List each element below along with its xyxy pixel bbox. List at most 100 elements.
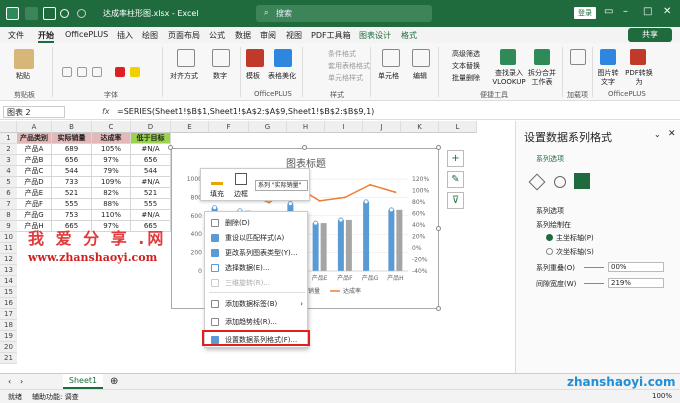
advfilter-button[interactable]: 高级筛选 <box>452 49 480 59</box>
add-sheet-icon[interactable]: ⊕ <box>110 376 118 387</box>
resize-handle[interactable] <box>436 306 441 311</box>
resize-handle[interactable] <box>436 226 441 231</box>
table-cell[interactable]: #N/A <box>131 144 171 155</box>
paste-label[interactable]: 粘贴 <box>16 71 30 81</box>
close-icon[interactable]: ✕ <box>663 6 671 17</box>
table-cell[interactable]: 109% <box>92 177 131 188</box>
column-header[interactable]: J <box>363 121 401 133</box>
column-header[interactable]: D <box>131 121 171 133</box>
tab-formulas[interactable]: 公式 <box>209 30 225 41</box>
prev-sheet-icon[interactable]: ‹ <box>8 377 11 386</box>
table-cell[interactable]: 521 <box>52 188 92 199</box>
row-header[interactable]: 7 <box>0 199 17 210</box>
row-header[interactable]: 19 <box>0 331 17 342</box>
table-cell[interactable]: 555 <box>131 199 171 210</box>
chart-elements-button[interactable]: + <box>447 150 464 167</box>
fill-icon[interactable] <box>211 173 223 185</box>
column-header[interactable]: K <box>401 121 439 133</box>
table-cell[interactable]: 产品G <box>17 210 52 221</box>
pane-close-icon[interactable]: ✕ <box>668 129 676 139</box>
column-header[interactable]: F <box>209 121 249 133</box>
menu-select-data[interactable]: 选择数据(E)... <box>205 261 309 275</box>
row-header[interactable]: 6 <box>0 188 17 199</box>
font-bold-icon[interactable] <box>62 67 72 77</box>
login-button[interactable]: 登录 <box>574 7 596 19</box>
minimize-icon[interactable]: – <box>623 6 628 17</box>
column-header[interactable]: G <box>249 121 287 133</box>
fill-label[interactable]: 填充 <box>210 189 224 199</box>
tab-officeplus[interactable]: OfficePLUS <box>65 30 108 39</box>
resize-handle[interactable] <box>168 145 173 150</box>
table-cell[interactable]: 689 <box>52 144 92 155</box>
table-cell[interactable]: 110% <box>92 210 131 221</box>
column-header[interactable]: C <box>92 121 131 133</box>
chart-styles-button[interactable]: ✎ <box>447 171 464 188</box>
table-cell[interactable]: 产品F <box>17 199 52 210</box>
row-header[interactable]: 1 <box>0 133 17 144</box>
pdf-convert-icon[interactable] <box>630 49 646 65</box>
menu-delete[interactable]: 删除(D) <box>205 216 309 230</box>
radio-secondary[interactable] <box>546 248 553 255</box>
menu-add-trendline[interactable]: 添加趋势线(R)... <box>205 315 309 329</box>
text-replace-button[interactable]: 文本替换 <box>452 61 480 71</box>
tab-chart-design[interactable]: 图表设计 <box>359 30 391 41</box>
cells-icon[interactable] <box>382 49 400 67</box>
column-header[interactable]: B <box>52 121 92 133</box>
series-select[interactable]: 系列 "实际销量" <box>255 180 308 191</box>
row-header[interactable]: 2 <box>0 144 17 155</box>
table-cell[interactable]: 97% <box>92 155 131 166</box>
primary-axis-label[interactable]: 主坐标轴(P) <box>556 233 594 243</box>
search-box[interactable]: ⌕ 搜索 <box>256 5 432 22</box>
save-icon[interactable] <box>43 7 56 20</box>
tab-draw[interactable]: 绘图 <box>142 30 158 41</box>
cell-style-button[interactable]: 单元格样式 <box>328 73 363 83</box>
table-cell[interactable]: 产品A <box>17 144 52 155</box>
row-header[interactable]: 10 <box>0 232 17 243</box>
addins-icon[interactable] <box>570 49 586 65</box>
table-cell[interactable]: #N/A <box>131 210 171 221</box>
row-header[interactable]: 15 <box>0 287 17 298</box>
table-cell[interactable]: #N/A <box>131 177 171 188</box>
table-cell[interactable]: 555 <box>52 199 92 210</box>
overlap-slider[interactable] <box>584 267 604 268</box>
zoom-level[interactable]: 100% <box>652 392 672 400</box>
column-header[interactable]: A <box>17 121 52 133</box>
table-cell[interactable]: 656 <box>52 155 92 166</box>
tab-data[interactable]: 数据 <box>235 30 251 41</box>
table-cell[interactable]: 产品E <box>17 188 52 199</box>
table-cell[interactable]: 656 <box>131 155 171 166</box>
beautify-icon[interactable] <box>274 49 292 67</box>
gap-slider[interactable] <box>584 283 604 284</box>
tab-pdf[interactable]: PDF工具箱 <box>311 30 351 41</box>
tab-review[interactable]: 审阅 <box>260 30 276 41</box>
tab-file[interactable]: 文件 <box>8 30 24 41</box>
corner-select-all[interactable] <box>0 121 17 133</box>
tab-view[interactable]: 视图 <box>286 30 302 41</box>
row-header[interactable]: 12 <box>0 254 17 265</box>
table-cell[interactable]: 521 <box>131 188 171 199</box>
border-icon[interactable] <box>235 173 247 185</box>
font-italic-icon[interactable] <box>77 67 87 77</box>
series-options-icon[interactable] <box>574 173 590 189</box>
template-icon[interactable] <box>246 49 264 67</box>
column-header[interactable]: L <box>439 121 477 133</box>
table-cell[interactable]: 82% <box>92 188 131 199</box>
table-cell[interactable]: 产品B <box>17 155 52 166</box>
autosave-toggle[interactable] <box>25 7 38 20</box>
sheet-tab[interactable]: Sheet1 <box>63 374 103 389</box>
pdf-convert-label[interactable]: PDF转换 为 <box>622 69 656 87</box>
pane-section-label[interactable]: 系列选项 <box>536 154 564 164</box>
row-header[interactable]: 20 <box>0 342 17 353</box>
table-header-cell[interactable]: 低于目标 <box>131 133 171 144</box>
beautify-label[interactable]: 表格美化 <box>268 71 296 81</box>
edit-icon[interactable] <box>412 49 430 67</box>
row-header[interactable]: 4 <box>0 166 17 177</box>
row-header[interactable]: 11 <box>0 243 17 254</box>
row-header[interactable]: 3 <box>0 155 17 166</box>
menu-reset-style[interactable]: 重设以匹配样式(A) <box>205 231 309 245</box>
fill-line-icon[interactable] <box>528 173 546 191</box>
effects-icon[interactable] <box>554 176 566 188</box>
sub-section-label[interactable]: 系列选项 <box>536 206 564 216</box>
name-box[interactable]: 图表 2 <box>3 106 65 118</box>
fill-color-icon[interactable] <box>130 67 140 77</box>
